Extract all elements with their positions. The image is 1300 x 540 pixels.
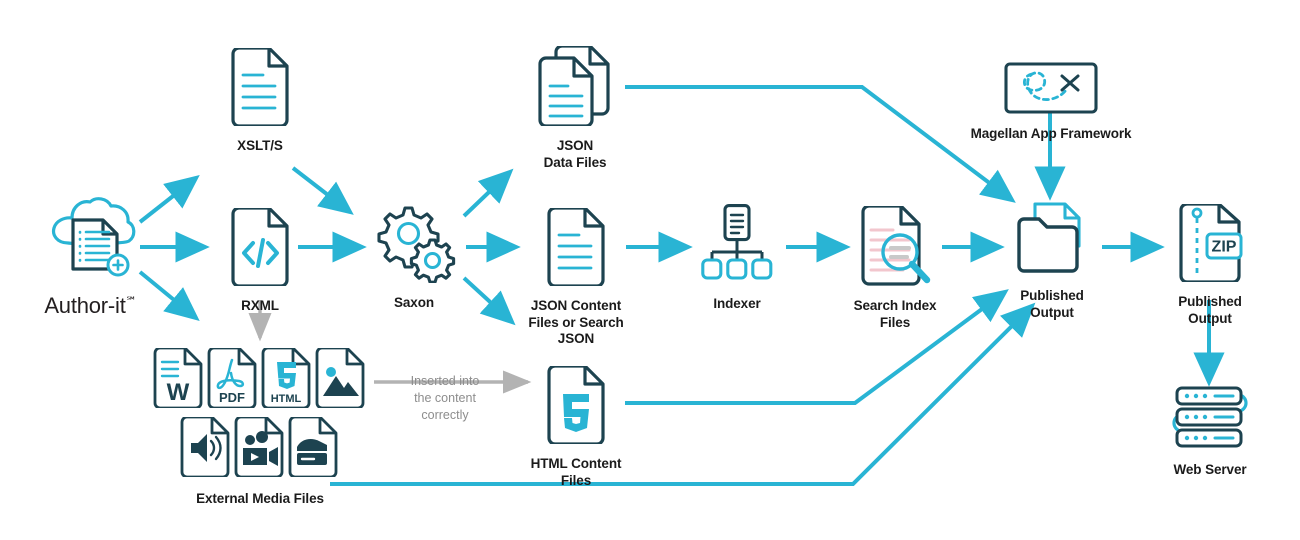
node-label: XSLT/S	[237, 138, 283, 153]
node-indexer[interactable]: Indexer	[688, 204, 786, 313]
word-file-icon[interactable]: W	[152, 346, 206, 413]
node-label: Author-it℠	[44, 293, 137, 318]
media-row-1: W PDF HTML	[152, 346, 368, 413]
node-json-data-files[interactable]: JSON Data Files	[518, 44, 632, 171]
svg-text:PDF: PDF	[219, 390, 245, 405]
node-label: RXML	[241, 298, 279, 313]
archive-file-icon[interactable]	[287, 415, 341, 482]
cloud-document-icon	[41, 196, 141, 287]
node-label: External Media Files	[196, 491, 324, 506]
folder-document-icon	[1015, 200, 1089, 281]
arrow-htmlcontent-to-published	[625, 289, 1009, 405]
gears-icon	[371, 205, 457, 288]
node-author-it[interactable]: Author-it℠	[33, 196, 148, 319]
node-search-index-files[interactable]: Search Index Files	[842, 204, 948, 331]
node-label: Web Server	[1173, 462, 1247, 477]
arrow-authorit-to-xslts	[138, 175, 200, 224]
video-file-icon[interactable]	[233, 415, 287, 482]
node-html-content-files[interactable]: HTML Content Files	[516, 364, 636, 489]
document-magnifier-icon	[859, 204, 931, 291]
media-row-2	[179, 415, 341, 482]
node-label: HTML Content Files	[530, 456, 622, 488]
node-web-server[interactable]: Web Server	[1158, 386, 1262, 479]
node-saxon[interactable]: Saxon	[362, 205, 466, 312]
node-label: JSON Data Files	[543, 138, 607, 170]
svg-text:HTML: HTML	[271, 393, 302, 405]
server-stack-icon	[1163, 386, 1257, 455]
svg-text:W: W	[167, 379, 190, 406]
arrow-saxon-to-jsondata	[462, 168, 514, 218]
node-label: Saxon	[393, 295, 434, 310]
zip-badge-text: ZIP	[1212, 239, 1237, 256]
node-label: Published Output	[1020, 288, 1084, 320]
node-rxml[interactable]: RXML	[205, 206, 315, 315]
node-xslts[interactable]: XSLT/S	[205, 46, 315, 155]
node-label: JSON Content Files or Search JSON	[528, 298, 624, 347]
node-label: Published Output	[1178, 294, 1242, 326]
node-external-media[interactable]: W PDF HTML External Media Files	[150, 346, 370, 508]
media-files-group-icon: W PDF HTML	[152, 346, 368, 482]
node-json-content-files[interactable]: JSON Content Files or Search JSON	[518, 206, 634, 348]
map-route-icon	[1004, 62, 1098, 119]
node-published-output-zip[interactable]: ZIP Published Output	[1160, 202, 1260, 327]
document-lines-icon	[545, 206, 607, 291]
image-file-icon[interactable]	[314, 346, 368, 413]
node-published-output-folder[interactable]: Published Output	[1000, 200, 1104, 321]
node-label: Search Index Files	[853, 298, 937, 330]
diagram-canvas: Author-it℠ XSLT/S RXML Saxon JSON Data F…	[0, 0, 1300, 540]
arrow-jsondata-to-published	[625, 85, 1016, 203]
arrow-xslts-to-saxon	[291, 166, 354, 215]
arrow-authorit-to-media	[138, 270, 200, 322]
audio-file-icon[interactable]	[179, 415, 233, 482]
annotation-inserted-note: Inserted into the content correctly	[410, 374, 480, 422]
document-lines-icon	[229, 46, 291, 131]
pdf-file-icon[interactable]: PDF	[206, 346, 260, 413]
node-label: Magellan App Framework	[970, 126, 1132, 141]
code-file-icon	[229, 206, 291, 291]
node-magellan[interactable]: Magellan App Framework	[968, 62, 1134, 143]
node-label: Indexer	[713, 296, 761, 311]
hierarchy-tree-icon	[701, 204, 773, 289]
html5-file-icon	[545, 364, 607, 449]
stacked-documents-icon	[536, 44, 614, 131]
zip-file-icon: ZIP	[1177, 202, 1243, 287]
arrow-saxon-to-htmlcontent	[462, 276, 516, 326]
html5-file-icon[interactable]: HTML	[260, 346, 314, 413]
